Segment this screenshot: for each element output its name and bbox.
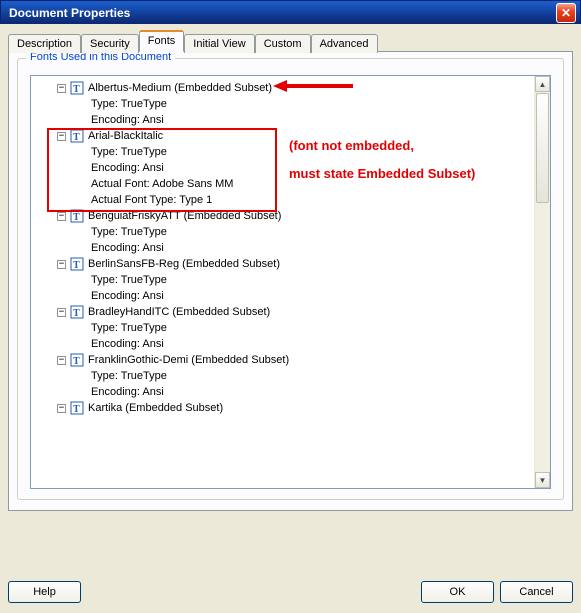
svg-text:T: T bbox=[73, 132, 80, 143]
font-detail: Actual Font Type: Type 1 bbox=[35, 192, 534, 208]
font-node[interactable]: −T FranklinGothic-Demi (Embedded Subset) bbox=[35, 352, 534, 368]
button-row: Help OK Cancel bbox=[8, 581, 573, 603]
collapse-icon[interactable]: − bbox=[57, 84, 66, 93]
client-area: Description Security Fonts Initial View … bbox=[0, 24, 581, 613]
titlebar[interactable]: Document Properties ✕ bbox=[1, 1, 580, 25]
tab-panel-fonts: Fonts Used in this Document −TAlbertus-M… bbox=[8, 51, 573, 511]
spacer bbox=[87, 581, 415, 603]
font-node[interactable]: −T BradleyHandITC (Embedded Subset) bbox=[35, 304, 534, 320]
font-name-label: Kartika (Embedded Subset) bbox=[88, 402, 223, 414]
collapse-icon[interactable]: − bbox=[57, 404, 66, 413]
svg-text:T: T bbox=[73, 308, 80, 319]
font-detail: Type: TrueType bbox=[35, 224, 534, 240]
font-node[interactable]: −T Arial-BlackItalic bbox=[35, 128, 534, 144]
scroll-down-button[interactable]: ▼ bbox=[535, 472, 550, 488]
tab-advanced[interactable]: Advanced bbox=[311, 34, 378, 53]
fonts-groupbox: Fonts Used in this Document −TAlbertus-M… bbox=[17, 58, 564, 500]
font-detail: Encoding: Ansi bbox=[35, 336, 534, 352]
svg-text:T: T bbox=[73, 84, 80, 95]
font-node[interactable]: −T BenguiatFriskyATT (Embedded Subset) bbox=[35, 208, 534, 224]
ok-button[interactable]: OK bbox=[421, 581, 494, 603]
window-title: Document Properties bbox=[9, 6, 130, 20]
fonts-tree-container: −TAlbertus-Medium (Embedded Subset)Type:… bbox=[30, 75, 551, 489]
font-detail: Encoding: Ansi bbox=[35, 240, 534, 256]
tab-fonts[interactable]: Fonts bbox=[139, 30, 185, 52]
font-name-label: Arial-BlackItalic bbox=[88, 130, 163, 142]
collapse-icon[interactable]: − bbox=[57, 260, 66, 269]
font-type-icon: T bbox=[70, 401, 84, 415]
scroll-thumb[interactable] bbox=[536, 93, 549, 203]
vertical-scrollbar[interactable]: ▲ ▼ bbox=[534, 76, 550, 488]
font-detail: Type: TrueType bbox=[35, 320, 534, 336]
font-name-label: BradleyHandITC (Embedded Subset) bbox=[88, 306, 270, 318]
font-node[interactable]: −T Kartika (Embedded Subset) bbox=[35, 400, 534, 416]
svg-text:T: T bbox=[73, 212, 80, 223]
font-detail: Encoding: Ansi bbox=[35, 288, 534, 304]
font-detail: Encoding: Ansi bbox=[35, 384, 534, 400]
font-detail: Type: TrueType bbox=[35, 272, 534, 288]
cancel-button[interactable]: Cancel bbox=[500, 581, 573, 603]
font-name-label: BerlinSansFB-Reg (Embedded Subset) bbox=[88, 258, 280, 270]
font-detail: Type: TrueType bbox=[35, 144, 534, 160]
font-node[interactable]: −T BerlinSansFB-Reg (Embedded Subset) bbox=[35, 256, 534, 272]
scroll-up-button[interactable]: ▲ bbox=[535, 76, 550, 92]
collapse-icon[interactable]: − bbox=[57, 132, 66, 141]
font-detail: Type: TrueType bbox=[35, 368, 534, 384]
tab-security[interactable]: Security bbox=[81, 34, 139, 53]
font-name-label: FranklinGothic-Demi (Embedded Subset) bbox=[88, 354, 289, 366]
font-node[interactable]: −T Albertus-Medium (Embedded Subset) bbox=[35, 80, 534, 96]
font-name-label: Albertus-Medium (Embedded Subset) bbox=[88, 82, 272, 94]
tab-custom[interactable]: Custom bbox=[255, 34, 311, 53]
svg-text:T: T bbox=[73, 356, 80, 367]
close-button[interactable]: ✕ bbox=[556, 3, 576, 23]
close-icon: ✕ bbox=[561, 6, 571, 20]
font-type-icon: T bbox=[70, 209, 84, 223]
font-type-icon: T bbox=[70, 353, 84, 367]
svg-text:T: T bbox=[73, 404, 80, 415]
collapse-icon[interactable]: − bbox=[57, 356, 66, 365]
svg-text:T: T bbox=[73, 260, 80, 271]
font-type-icon: T bbox=[70, 305, 84, 319]
font-name-label: BenguiatFriskyATT (Embedded Subset) bbox=[88, 210, 281, 222]
font-detail: Encoding: Ansi bbox=[35, 160, 534, 176]
tab-description[interactable]: Description bbox=[8, 34, 81, 53]
font-type-icon: T bbox=[70, 81, 84, 95]
collapse-icon[interactable]: − bbox=[57, 308, 66, 317]
font-type-icon: T bbox=[70, 129, 84, 143]
font-detail: Encoding: Ansi bbox=[35, 112, 534, 128]
fonts-tree[interactable]: −TAlbertus-Medium (Embedded Subset)Type:… bbox=[31, 76, 534, 488]
collapse-icon[interactable]: − bbox=[57, 212, 66, 221]
font-type-icon: T bbox=[70, 257, 84, 271]
help-button[interactable]: Help bbox=[8, 581, 81, 603]
tab-initial-view[interactable]: Initial View bbox=[184, 34, 254, 53]
font-detail: Actual Font: Adobe Sans MM bbox=[35, 176, 534, 192]
font-detail: Type: TrueType bbox=[35, 96, 534, 112]
tab-strip: Description Security Fonts Initial View … bbox=[8, 30, 573, 52]
